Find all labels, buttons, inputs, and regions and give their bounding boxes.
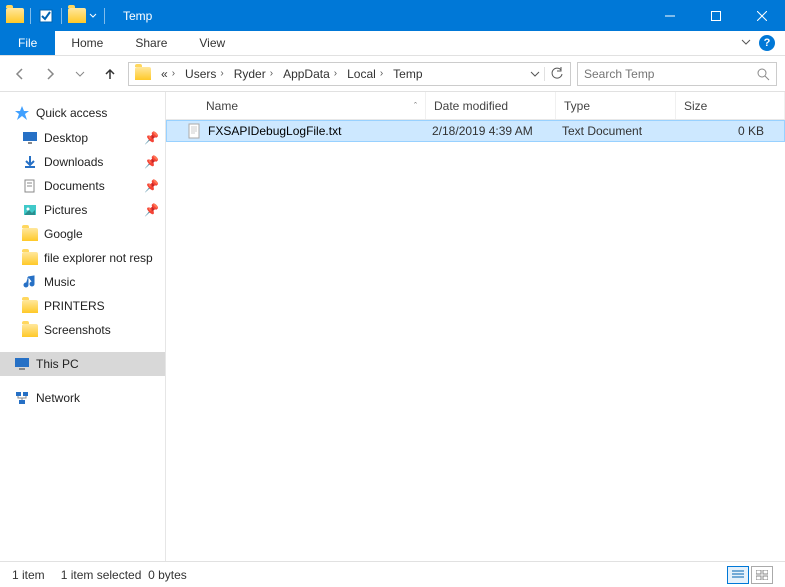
content-area: Quick access Desktop 📌 Downloads 📌 Docum… (0, 92, 785, 561)
sidebar-item-pictures[interactable]: Pictures 📌 (0, 198, 165, 222)
file-size: 0 KB (674, 124, 784, 138)
details-view-button[interactable] (727, 566, 749, 584)
breadcrumb-item[interactable]: Temp (389, 67, 426, 81)
app-icon (6, 8, 24, 23)
help-button[interactable]: ? (759, 35, 775, 51)
thumbnails-view-button[interactable] (751, 566, 773, 584)
window-title: Temp (123, 9, 152, 23)
sidebar-item-fileexplorer[interactable]: file explorer not resp (0, 246, 165, 270)
desktop-icon (22, 130, 38, 146)
breadcrumb-item[interactable]: AppData› (279, 67, 341, 81)
sort-indicator-icon: ˆ (414, 101, 417, 111)
folder-icon (22, 250, 38, 266)
sidebar-item-documents[interactable]: Documents 📌 (0, 174, 165, 198)
minimize-button[interactable] (647, 0, 693, 31)
column-name[interactable]: Nameˆ (198, 92, 426, 119)
qat-properties-button[interactable] (37, 7, 55, 25)
file-list-pane: Nameˆ Date modified Type Size FXSAPIDebu… (166, 92, 785, 561)
column-headers: Nameˆ Date modified Type Size (166, 92, 785, 120)
search-icon (756, 67, 770, 81)
column-date[interactable]: Date modified (426, 92, 556, 119)
pin-icon: 📌 (144, 203, 159, 217)
qat-dropdown-button[interactable] (88, 12, 98, 20)
downloads-icon (22, 154, 38, 170)
window-controls (647, 0, 785, 31)
sidebar-network[interactable]: Network (0, 386, 165, 410)
column-type[interactable]: Type (556, 92, 676, 119)
qat-newfolder-button[interactable] (68, 8, 86, 23)
sidebar-this-pc[interactable]: This PC (0, 352, 165, 376)
file-type: Text Document (554, 124, 674, 138)
network-icon (14, 390, 30, 406)
refresh-button[interactable] (544, 67, 568, 81)
status-bar: 1 item 1 item selected 0 bytes (0, 561, 785, 587)
tab-share[interactable]: Share (119, 31, 183, 55)
file-date: 2/18/2019 4:39 AM (424, 124, 554, 138)
address-bar[interactable]: «› Users› Ryder› AppData› Local› Temp (128, 62, 571, 86)
sidebar-item-google[interactable]: Google (0, 222, 165, 246)
navigation-pane: Quick access Desktop 📌 Downloads 📌 Docum… (0, 92, 166, 561)
status-item-count: 1 item (12, 568, 45, 582)
search-input[interactable] (584, 67, 756, 81)
close-button[interactable] (739, 0, 785, 31)
folder-icon (22, 322, 38, 338)
folder-icon (135, 67, 151, 80)
pin-icon: 📌 (144, 131, 159, 145)
documents-icon (22, 178, 38, 194)
sidebar-item-printers[interactable]: PRINTERS (0, 294, 165, 318)
music-icon (22, 274, 38, 290)
file-rows: FXSAPIDebugLogFile.txt 2/18/2019 4:39 AM… (166, 120, 785, 561)
pin-icon: 📌 (144, 179, 159, 193)
search-box[interactable] (577, 62, 777, 86)
forward-button[interactable] (38, 62, 62, 86)
breadcrumb-root[interactable] (131, 67, 155, 80)
tab-home[interactable]: Home (55, 31, 119, 55)
maximize-button[interactable] (693, 0, 739, 31)
ribbon-expand-button[interactable] (741, 36, 751, 50)
sidebar-quick-access[interactable]: Quick access (0, 100, 165, 126)
quick-access-toolbar (0, 7, 115, 25)
address-dropdown-button[interactable] (526, 62, 544, 86)
ribbon-tabs: File Home Share View ? (0, 31, 785, 56)
navigation-bar: «› Users› Ryder› AppData› Local› Temp (0, 56, 785, 92)
tab-view[interactable]: View (183, 31, 241, 55)
sidebar-item-screenshots[interactable]: Screenshots (0, 318, 165, 342)
file-name: FXSAPIDebugLogFile.txt (208, 124, 341, 138)
pin-icon: 📌 (144, 155, 159, 169)
pc-icon (14, 356, 30, 372)
text-file-icon (186, 123, 202, 139)
folder-icon (22, 226, 38, 242)
sidebar-item-desktop[interactable]: Desktop 📌 (0, 126, 165, 150)
breadcrumb-item[interactable]: Users› (181, 67, 228, 81)
column-size[interactable]: Size (676, 92, 785, 119)
titlebar: Temp (0, 0, 785, 31)
sidebar-item-downloads[interactable]: Downloads 📌 (0, 150, 165, 174)
folder-icon (22, 298, 38, 314)
status-selection: 1 item selected 0 bytes (61, 568, 187, 582)
file-row[interactable]: FXSAPIDebugLogFile.txt 2/18/2019 4:39 AM… (166, 120, 785, 142)
sidebar-item-music[interactable]: Music (0, 270, 165, 294)
up-button[interactable] (98, 62, 122, 86)
view-switcher (727, 566, 773, 584)
breadcrumb-item[interactable]: Ryder› (230, 67, 277, 81)
breadcrumb-overflow[interactable]: «› (157, 67, 179, 81)
back-button[interactable] (8, 62, 32, 86)
recent-locations-button[interactable] (68, 62, 92, 86)
star-icon (14, 105, 30, 121)
pictures-icon (22, 202, 38, 218)
tab-file[interactable]: File (0, 31, 55, 55)
breadcrumb-item[interactable]: Local› (343, 67, 387, 81)
